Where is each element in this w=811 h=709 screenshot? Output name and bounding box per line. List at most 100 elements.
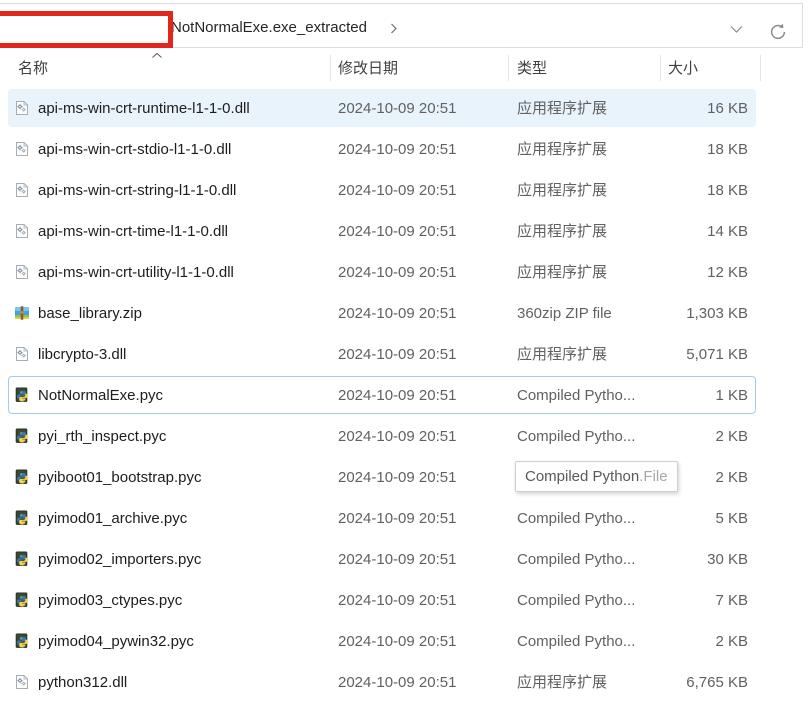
dll-icon [14,346,30,362]
file-size: 16 KB [600,88,748,129]
file-date-modified: 2024-10-09 20:51 [338,498,456,539]
dll-icon [14,182,30,198]
file-name: pyimod03_ctypes.pyc [38,580,182,621]
file-size: 2 KB [600,416,748,457]
file-name: api-ms-win-crt-stdio-l1-1-0.dll [38,129,231,170]
pyc-icon [14,633,30,649]
column-header-row: 名称 修改日期 类型 大小 [0,50,811,86]
file-date-modified: 2024-10-09 20:51 [338,293,456,334]
file-row[interactable]: NotNormalExe.pyc 2024-10-09 20:51 Compil… [0,375,811,416]
column-separator[interactable] [760,55,761,81]
file-type: 应用程序扩展 [517,211,607,252]
pyc-icon [14,469,30,485]
file-date-modified: 2024-10-09 20:51 [338,662,456,703]
file-row[interactable]: base_library.zip 2024-10-09 20:51 360zip… [0,293,811,334]
file-date-modified: 2024-10-09 20:51 [338,457,456,498]
file-row[interactable]: pyimod03_ctypes.pyc 2024-10-09 20:51 Com… [0,580,811,621]
file-row[interactable]: api-ms-win-crt-utility-l1-1-0.dll 2024-1… [0,252,811,293]
file-row[interactable]: python312.dll 2024-10-09 20:51 应用程序扩展 6,… [0,662,811,703]
file-row[interactable]: api-ms-win-crt-time-l1-1-0.dll 2024-10-0… [0,211,811,252]
file-name: NotNormalExe.pyc [38,375,163,416]
file-date-modified: 2024-10-09 20:51 [338,334,456,375]
pyc-icon [14,592,30,608]
type-tooltip: Compiled Python.File [515,461,678,492]
file-date-modified: 2024-10-09 20:51 [338,416,456,457]
column-header-name[interactable]: 名称 [18,50,48,86]
file-name: pyimod04_pywin32.pyc [38,621,194,662]
file-type: 应用程序扩展 [517,252,607,293]
refresh-icon[interactable] [767,21,789,43]
file-type: 应用程序扩展 [517,129,607,170]
file-list: api-ms-win-crt-runtime-l1-1-0.dll 2024-1… [0,88,811,703]
file-date-modified: 2024-10-09 20:51 [338,252,456,293]
file-name: python312.dll [38,662,127,703]
address-dropdown-chevron-icon[interactable] [729,25,744,34]
dll-icon [14,141,30,157]
file-name: api-ms-win-crt-runtime-l1-1-0.dll [38,88,250,129]
file-row[interactable]: pyimod02_importers.pyc 2024-10-09 20:51 … [0,539,811,580]
file-date-modified: 2024-10-09 20:51 [338,621,456,662]
file-row[interactable]: pyimod01_archive.pyc 2024-10-09 20:51 Co… [0,498,811,539]
file-type: 360zip ZIP file [517,293,612,334]
file-name: pyimod02_importers.pyc [38,539,201,580]
tooltip-text: Compiled Python [525,468,639,485]
pyc-icon [14,428,30,444]
file-size: 5,071 KB [600,334,748,375]
file-name: pyiboot01_bootstrap.pyc [38,457,201,498]
file-size: 18 KB [600,129,748,170]
file-size: 14 KB [600,211,748,252]
sort-ascending-icon [151,52,163,59]
file-size: 5 KB [600,498,748,539]
file-name: api-ms-win-crt-utility-l1-1-0.dll [38,252,234,293]
file-name: api-ms-win-crt-time-l1-1-0.dll [38,211,228,252]
column-header-date-modified[interactable]: 修改日期 [338,50,398,86]
file-row[interactable]: libcrypto-3.dll 2024-10-09 20:51 应用程序扩展 … [0,334,811,375]
breadcrumb-chevron-icon[interactable] [390,23,398,34]
file-date-modified: 2024-10-09 20:51 [338,375,456,416]
file-size: 6,765 KB [600,662,748,703]
file-name: libcrypto-3.dll [38,334,126,375]
zip-icon [14,305,30,321]
pyc-icon [14,551,30,567]
file-date-modified: 2024-10-09 20:51 [338,211,456,252]
file-date-modified: 2024-10-09 20:51 [338,580,456,621]
dll-icon [14,264,30,280]
file-name: api-ms-win-crt-string-l1-1-0.dll [38,170,236,211]
dll-icon [14,674,30,690]
file-size: 7 KB [600,580,748,621]
column-header-size[interactable]: 大小 [668,50,698,86]
file-name: base_library.zip [38,293,142,334]
file-name: pyi_rth_inspect.pyc [38,416,166,457]
file-size: 2 KB [600,621,748,662]
file-type: 应用程序扩展 [517,662,607,703]
file-date-modified: 2024-10-09 20:51 [338,88,456,129]
file-size: 12 KB [600,252,748,293]
column-header-type[interactable]: 类型 [517,50,547,86]
file-name: pyimod01_archive.pyc [38,498,187,539]
file-size: 30 KB [600,539,748,580]
file-row[interactable]: pyimod04_pywin32.pyc 2024-10-09 20:51 Co… [0,621,811,662]
file-type: 应用程序扩展 [517,170,607,211]
file-size: 1,303 KB [600,293,748,334]
breadcrumb[interactable]: NotNormalExe.exe_extracted [171,4,367,52]
dll-icon [14,100,30,116]
tooltip-text-faded: .File [639,468,667,485]
file-explorer-window: NotNormalExe.exe_extracted 名称 修改日期 类型 大小… [0,0,811,709]
file-date-modified: 2024-10-09 20:51 [338,170,456,211]
column-separator[interactable] [660,55,661,81]
file-row[interactable]: api-ms-win-crt-string-l1-1-0.dll 2024-10… [0,170,811,211]
column-separator[interactable] [330,55,331,81]
file-row[interactable]: api-ms-win-crt-runtime-l1-1-0.dll 2024-1… [0,88,811,129]
dll-icon [14,223,30,239]
file-row[interactable]: pyi_rth_inspect.pyc 2024-10-09 20:51 Com… [0,416,811,457]
pyc-icon [14,510,30,526]
file-type: 应用程序扩展 [517,88,607,129]
column-separator[interactable] [508,55,509,81]
file-size: 1 KB [600,375,748,416]
file-row[interactable]: api-ms-win-crt-stdio-l1-1-0.dll 2024-10-… [0,129,811,170]
file-date-modified: 2024-10-09 20:51 [338,129,456,170]
file-date-modified: 2024-10-09 20:51 [338,539,456,580]
file-type: 应用程序扩展 [517,334,607,375]
file-size: 18 KB [600,170,748,211]
file-row[interactable]: pyiboot01_bootstrap.pyc 2024-10-09 20:51… [0,457,811,498]
